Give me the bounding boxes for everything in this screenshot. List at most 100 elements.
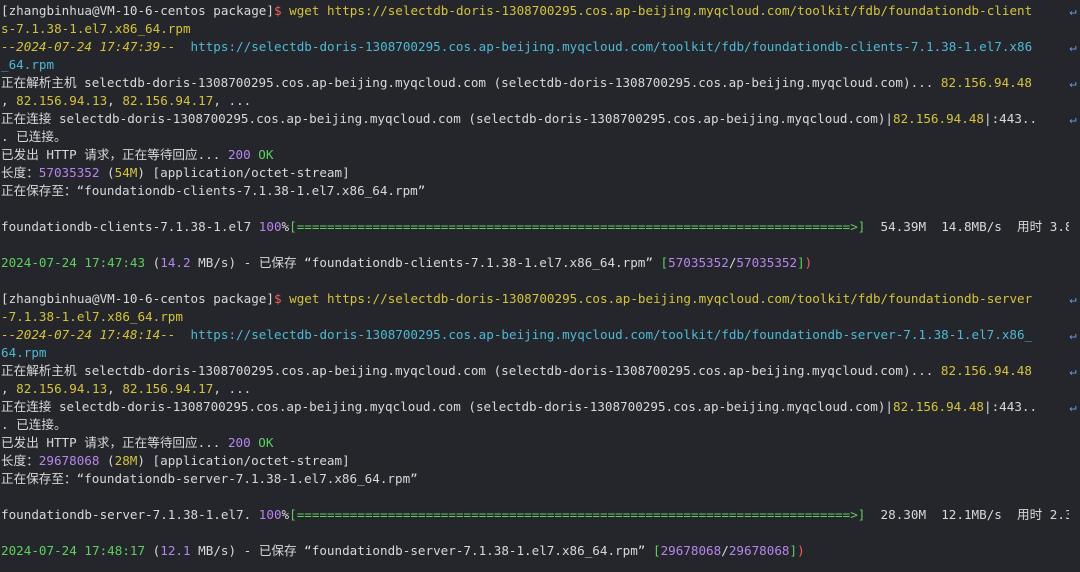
terminal-text: 长度： — [1, 165, 39, 180]
terminal-line: s-7.1.38-1.el7.x86_64.rpm — [1, 20, 1069, 38]
terminal-text: ) [application/octet-stream] — [137, 165, 350, 180]
terminal-line: . 已连接。 — [1, 416, 1069, 434]
terminal-line: . 已连接。 — [1, 128, 1069, 146]
wrap-arrow-icon: ↵ — [1069, 4, 1077, 18]
terminal-text: / — [721, 543, 729, 558]
terminal-text: ) — [797, 543, 805, 558]
terminal-text: , ... — [213, 381, 252, 396]
terminal-text: 200 — [227, 435, 251, 450]
terminal-text: |:443.. — [984, 399, 1038, 414]
terminal-text: 已发出 HTTP 请求，正在等待回应... — [1, 147, 228, 162]
terminal-text: ) [application/octet-stream] — [137, 453, 350, 468]
terminal-text: 54M — [114, 165, 138, 180]
terminal-text: 正在连接 selectdb-doris-1308700295.cos.ap-be… — [1, 399, 893, 414]
wrap-arrow-icon: ↵ — [1069, 76, 1077, 90]
terminal-text: 正在连接 selectdb-doris-1308700295.cos.ap-be… — [1, 111, 893, 126]
terminal-text: 2024-07-24 17:48:17 — [1, 543, 146, 558]
terminal-text: , — [107, 381, 123, 396]
terminal-text: 57035352 — [668, 255, 729, 270]
terminal-text: [zhangbinhua@VM-10-6-centos package] — [1, 3, 274, 18]
terminal-text: 2024-07-24 17:47:43 — [1, 255, 146, 270]
terminal-text: 82.156.94.48 — [893, 111, 984, 126]
terminal-text: --2024-07-24 17:48:14-- — [1, 327, 176, 342]
terminal-text: wget https://selectdb-doris-1308700295.c… — [289, 291, 1033, 306]
terminal-text: _64.rpm — [1, 57, 55, 72]
terminal-line: --2024-07-24 17:48:14-- https://selectdb… — [1, 326, 1069, 344]
terminal-text: https://selectdb-doris-1308700295.cos.ap… — [175, 39, 1033, 54]
terminal-text: 14.2 — [160, 255, 191, 270]
terminal-line: 正在连接 selectdb-doris-1308700295.cos.ap-be… — [1, 398, 1069, 416]
terminal-text: 100 — [258, 219, 282, 234]
terminal-text: ( — [145, 255, 161, 270]
terminal-text: 29678068 — [660, 543, 722, 558]
terminal-window[interactable]: [zhangbinhua@VM-10-6-centos package]$ wg… — [0, 0, 1080, 572]
terminal-text: 已发出 HTTP 请求，正在等待回应... — [1, 435, 228, 450]
terminal-line: 已发出 HTTP 请求，正在等待回应... 200 OK — [1, 434, 1069, 452]
terminal-line: , 82.156.94.13, 82.156.94.17, ... — [1, 380, 1069, 398]
terminal-text: OK — [258, 147, 274, 162]
wrap-arrow-icon: ↵ — [1069, 292, 1077, 306]
terminal-text: [ — [652, 543, 661, 558]
terminal-text: $ — [273, 3, 290, 18]
terminal-text: 正在保存至：“foundationdb-clients-7.1.38-1.el7… — [1, 183, 426, 198]
terminal-text: 29678068 — [728, 543, 790, 558]
terminal-line: 正在连接 selectdb-doris-1308700295.cos.ap-be… — [1, 110, 1069, 128]
terminal-text: , ... — [213, 93, 252, 108]
terminal-line: [zhangbinhua@VM-10-6-centos package]$ wg… — [1, 2, 1069, 20]
terminal-text: [ — [660, 255, 669, 270]
wrap-arrow-icon: ↵ — [1069, 40, 1077, 54]
terminal-line: foundationdb-server-7.1.38-1.el7. 100%[=… — [1, 506, 1069, 524]
terminal-text: MB/s) - 已保存 “foundationdb-server-7.1.38-… — [190, 543, 653, 558]
terminal-text: --2024-07-24 17:47:39-- — [1, 39, 176, 54]
terminal-text: |:443.. — [984, 111, 1038, 126]
terminal-text: % — [281, 507, 290, 522]
terminal-text: ) — [804, 255, 813, 270]
terminal-line: 正在解析主机 selectdb-doris-1308700295.cos.ap-… — [1, 362, 1069, 380]
terminal-text: [zhangbinhua@VM-10-6-centos package] — [1, 291, 274, 306]
terminal-line — [1, 200, 1069, 218]
terminal-line: 64.rpm — [1, 344, 1069, 362]
terminal-text: MB/s) - 已保存 “foundationdb-clients-7.1.38… — [190, 255, 661, 270]
terminal-text: 100 — [258, 507, 282, 522]
terminal-text: 29678068 — [38, 453, 100, 468]
terminal-line: 长度：29678068 (28M) [application/octet-str… — [1, 452, 1069, 470]
wrap-arrow-icon: ↵ — [1069, 112, 1077, 126]
terminal-text: % — [281, 219, 290, 234]
terminal-text: 正在解析主机 selectdb-doris-1308700295.cos.ap-… — [1, 363, 941, 378]
terminal-text: 82.156.94.17 — [122, 93, 214, 108]
terminal-text: 正在解析主机 selectdb-doris-1308700295.cos.ap-… — [1, 75, 941, 90]
terminal-text: wget https://selectdb-doris-1308700295.c… — [289, 3, 1033, 18]
terminal-text: 57035352 — [736, 255, 798, 270]
terminal-line: 2024-07-24 17:48:17 (12.1 MB/s) - 已保存 “f… — [1, 542, 1069, 560]
terminal-text: 82.156.94.13 — [16, 93, 108, 108]
terminal-text: foundationdb-server-7.1.38-1.el7. — [1, 507, 259, 522]
terminal-line — [1, 524, 1069, 542]
wrap-arrow-icon: ↵ — [1069, 400, 1077, 414]
terminal-line: _64.rpm — [1, 56, 1069, 74]
terminal-text: ( — [145, 543, 161, 558]
terminal-text: 正在保存至：“foundationdb-server-7.1.38-1.el7.… — [1, 471, 418, 486]
wrap-arrow-icon: ↵ — [1069, 328, 1077, 342]
terminal-text: 82.156.94.17 — [122, 381, 214, 396]
terminal-text: . 已连接。 — [1, 129, 67, 144]
terminal-text: $ — [273, 291, 290, 306]
terminal-text: , — [107, 93, 123, 108]
terminal-text: 54.39M 14.8MB/s 用时 3.8s — [865, 219, 1069, 234]
terminal-line: foundationdb-clients-7.1.38-1.el7 100%[=… — [1, 218, 1069, 236]
terminal-text: 28M — [114, 453, 138, 468]
terminal-line: , 82.156.94.13, 82.156.94.17, ... — [1, 92, 1069, 110]
terminal-text: . 已连接。 — [1, 417, 67, 432]
terminal-line: 2024-07-24 17:47:43 (14.2 MB/s) - 已保存 “f… — [1, 254, 1069, 272]
terminal-text: 28.30M 12.1MB/s 用时 2.3s — [865, 507, 1069, 522]
terminal-line: 正在解析主机 selectdb-doris-1308700295.cos.ap-… — [1, 74, 1069, 92]
terminal-text: https://selectdb-doris-1308700295.cos.ap… — [175, 327, 1033, 342]
terminal-line: 已发出 HTTP 请求，正在等待回应... 200 OK — [1, 146, 1069, 164]
terminal-text: 82.156.94.48 — [940, 363, 1032, 378]
terminal-text: foundationdb-clients-7.1.38-1.el7 — [1, 219, 259, 234]
terminal-text: 82.156.94.48 — [893, 399, 984, 414]
terminal-text: s-7.1.38-1.el7.x86_64.rpm — [1, 21, 191, 36]
terminal-line: -7.1.38-1.el7.x86_64.rpm — [1, 308, 1069, 326]
